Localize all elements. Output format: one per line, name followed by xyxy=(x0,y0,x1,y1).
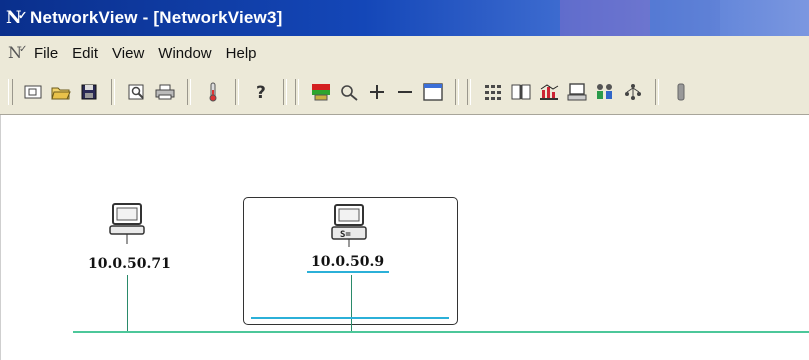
toolbar-separator xyxy=(467,79,471,105)
toolbar-separator xyxy=(455,79,459,105)
tree-icon[interactable] xyxy=(622,81,644,103)
users-icon[interactable] xyxy=(594,81,616,103)
network-map-canvas[interactable]: 10.0.50.71 S= 10.0.50.9 xyxy=(0,115,809,360)
node-label[interactable]: 10.0.50.9 xyxy=(311,254,384,270)
toolbar-separator xyxy=(295,79,299,105)
node-connection-line xyxy=(127,275,128,331)
window-icon[interactable] xyxy=(422,81,444,103)
toolbar-grip[interactable] xyxy=(8,79,13,105)
node-label[interactable]: 10.0.50.71 xyxy=(88,256,171,272)
menu-bar: N ✓ File Edit View Window Help xyxy=(0,36,809,70)
document-menu-icon[interactable]: N ✓ xyxy=(8,43,30,63)
help-icon[interactable]: ? xyxy=(250,81,272,103)
monitor-icon[interactable] xyxy=(566,81,588,103)
save-icon[interactable] xyxy=(78,81,100,103)
toolbar-separator xyxy=(187,79,191,105)
svg-text:S=: S= xyxy=(340,230,351,240)
status-map-icon[interactable] xyxy=(310,81,332,103)
book-icon[interactable] xyxy=(510,81,532,103)
title-bar-band xyxy=(560,0,650,36)
window-title: NetworkView - [NetworkView3] xyxy=(30,8,283,27)
menu-window[interactable]: Window xyxy=(158,45,211,62)
toolbar: ? xyxy=(0,70,809,115)
toolbar-separator xyxy=(235,79,239,105)
new-icon[interactable] xyxy=(22,81,44,103)
menu-edit[interactable]: Edit xyxy=(72,45,98,62)
alarm-icon[interactable] xyxy=(202,81,224,103)
chart-icon[interactable] xyxy=(538,81,560,103)
title-bar[interactable]: N ✓ NetworkView - [NetworkView3] xyxy=(0,0,809,36)
menu-view[interactable]: View xyxy=(112,45,144,62)
selection-bottom-highlight xyxy=(251,317,449,319)
node-list-icon[interactable] xyxy=(482,81,504,103)
toolbar-separator xyxy=(283,79,287,105)
print-icon[interactable] xyxy=(154,81,176,103)
title-bar-band xyxy=(650,0,720,36)
server-node[interactable]: S= xyxy=(331,203,371,252)
menu-file[interactable]: File xyxy=(34,45,58,62)
gray-bar-icon[interactable] xyxy=(670,81,692,103)
zoom-icon[interactable] xyxy=(338,81,360,103)
print-preview-icon[interactable] xyxy=(126,81,148,103)
toolbar-separator xyxy=(655,79,659,105)
toolbar-separator xyxy=(111,79,115,105)
open-icon[interactable] xyxy=(50,81,72,103)
selection-underline xyxy=(307,271,389,273)
zoom-out-icon[interactable] xyxy=(394,81,416,103)
workstation-icon xyxy=(109,203,145,244)
svg-text:?: ? xyxy=(256,83,266,102)
app-logo-icon[interactable]: N ✓ xyxy=(6,7,28,29)
server-icon: S= xyxy=(331,204,367,247)
menu-help[interactable]: Help xyxy=(226,45,257,62)
workstation-node[interactable] xyxy=(109,202,149,249)
zoom-in-icon[interactable] xyxy=(366,81,388,103)
network-segment[interactable] xyxy=(73,331,809,333)
node-connection-line xyxy=(351,275,352,331)
